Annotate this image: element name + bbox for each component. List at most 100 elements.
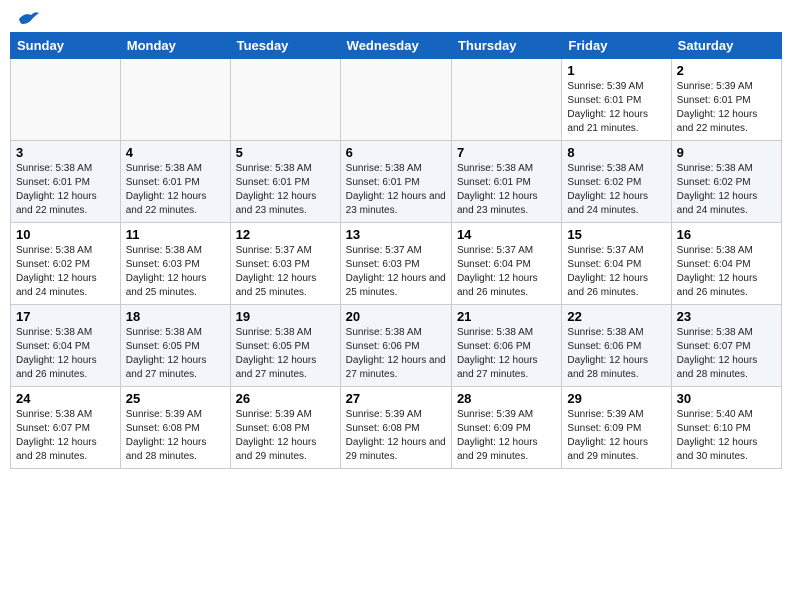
calendar-cell: 11Sunrise: 5:38 AM Sunset: 6:03 PM Dayli… <box>120 223 230 305</box>
day-number: 27 <box>346 391 446 406</box>
day-number: 23 <box>677 309 776 324</box>
day-number: 29 <box>567 391 665 406</box>
day-number: 9 <box>677 145 776 160</box>
col-header-wednesday: Wednesday <box>340 33 451 59</box>
day-number: 2 <box>677 63 776 78</box>
day-number: 3 <box>16 145 115 160</box>
day-info: Sunrise: 5:38 AM Sunset: 6:02 PM Dayligh… <box>16 244 115 300</box>
day-info: Sunrise: 5:39 AM Sunset: 6:01 PM Dayligh… <box>677 80 776 136</box>
col-header-tuesday: Tuesday <box>230 33 340 59</box>
day-number: 19 <box>236 309 335 324</box>
calendar-cell: 1 Sunrise: 5:39 AM Sunset: 6:01 PM Daylig… <box>562 59 671 141</box>
calendar-week-row: 3 Sunrise: 5:38 AM Sunset: 6:01 PM Daylig… <box>11 141 782 223</box>
calendar-cell: 7 Sunrise: 5:38 AM Sunset: 6:01 PM Daylig… <box>451 141 561 223</box>
day-number: 28 <box>457 391 556 406</box>
calendar-cell: 17 Sunrise: 5:38 AM Sunset: 6:04 PM Dayli… <box>11 305 121 387</box>
day-info: Sunrise: 5:40 AM Sunset: 6:10 PM Dayligh… <box>677 408 776 464</box>
day-info: Sunrise: 5:38 AM Sunset: 6:05 PM Dayligh… <box>126 326 225 382</box>
day-info: Sunrise: 5:37 AM Sunset: 6:03 PM Dayligh… <box>236 244 335 300</box>
calendar-cell: 4 Sunrise: 5:38 AM Sunset: 6:01 PM Daylig… <box>120 141 230 223</box>
day-number: 20 <box>346 309 446 324</box>
day-info: Sunrise: 5:39 AM Sunset: 6:08 PM Dayligh… <box>126 408 225 464</box>
calendar-cell: 27 Sunrise: 5:39 AM Sunset: 6:08 PM Dayli… <box>340 387 451 469</box>
day-info: Sunrise: 5:38 AM Sunset: 6:04 PM Dayligh… <box>16 326 115 382</box>
col-header-saturday: Saturday <box>671 33 781 59</box>
day-number: 1 <box>567 63 665 78</box>
calendar-cell <box>11 59 121 141</box>
day-number: 26 <box>236 391 335 406</box>
day-info: Sunrise: 5:39 AM Sunset: 6:09 PM Dayligh… <box>457 408 556 464</box>
calendar-cell: 5Sunrise: 5:38 AM Sunset: 6:01 PM Daylig… <box>230 141 340 223</box>
calendar-week-row: 17 Sunrise: 5:38 AM Sunset: 6:04 PM Dayli… <box>11 305 782 387</box>
day-number: 18 <box>126 309 225 324</box>
day-number: 10 <box>16 227 115 242</box>
day-info: Sunrise: 5:37 AM Sunset: 6:04 PM Dayligh… <box>567 244 665 300</box>
calendar-cell: 23 Sunrise: 5:38 AM Sunset: 6:07 PM Dayli… <box>671 305 781 387</box>
calendar-cell: 22 Sunrise: 5:38 AM Sunset: 6:06 PM Dayli… <box>562 305 671 387</box>
calendar-cell: 30 Sunrise: 5:40 AM Sunset: 6:10 PM Dayli… <box>671 387 781 469</box>
page-header <box>10 10 782 24</box>
day-info: Sunrise: 5:38 AM Sunset: 6:01 PM Dayligh… <box>126 162 225 218</box>
day-info: Sunrise: 5:39 AM Sunset: 6:08 PM Dayligh… <box>346 408 446 464</box>
day-info: Sunrise: 5:38 AM Sunset: 6:01 PM Dayligh… <box>457 162 556 218</box>
day-info: Sunrise: 5:38 AM Sunset: 6:02 PM Dayligh… <box>567 162 665 218</box>
col-header-monday: Monday <box>120 33 230 59</box>
col-header-thursday: Thursday <box>451 33 561 59</box>
logo-bird-icon <box>17 10 39 28</box>
calendar-cell: 25 Sunrise: 5:39 AM Sunset: 6:08 PM Dayli… <box>120 387 230 469</box>
day-number: 13 <box>346 227 446 242</box>
day-info: Sunrise: 5:37 AM Sunset: 6:04 PM Dayligh… <box>457 244 556 300</box>
calendar-cell: 20 Sunrise: 5:38 AM Sunset: 6:06 PM Dayli… <box>340 305 451 387</box>
day-number: 7 <box>457 145 556 160</box>
day-number: 14 <box>457 227 556 242</box>
day-info: Sunrise: 5:38 AM Sunset: 6:06 PM Dayligh… <box>567 326 665 382</box>
day-number: 30 <box>677 391 776 406</box>
day-info: Sunrise: 5:38 AM Sunset: 6:06 PM Dayligh… <box>346 326 446 382</box>
calendar-header-row: SundayMondayTuesdayWednesdayThursdayFrid… <box>11 33 782 59</box>
calendar-week-row: 24Sunrise: 5:38 AM Sunset: 6:07 PM Dayli… <box>11 387 782 469</box>
calendar-cell <box>120 59 230 141</box>
calendar-cell: 19 Sunrise: 5:38 AM Sunset: 6:05 PM Dayli… <box>230 305 340 387</box>
calendar-cell: 16 Sunrise: 5:38 AM Sunset: 6:04 PM Dayli… <box>671 223 781 305</box>
calendar-week-row: 1 Sunrise: 5:39 AM Sunset: 6:01 PM Daylig… <box>11 59 782 141</box>
day-info: Sunrise: 5:38 AM Sunset: 6:07 PM Dayligh… <box>16 408 115 464</box>
day-number: 21 <box>457 309 556 324</box>
calendar-cell: 15 Sunrise: 5:37 AM Sunset: 6:04 PM Dayli… <box>562 223 671 305</box>
calendar-table: SundayMondayTuesdayWednesdayThursdayFrid… <box>10 32 782 469</box>
day-info: Sunrise: 5:38 AM Sunset: 6:07 PM Dayligh… <box>677 326 776 382</box>
col-header-friday: Friday <box>562 33 671 59</box>
calendar-cell: 13Sunrise: 5:37 AM Sunset: 6:03 PM Dayli… <box>340 223 451 305</box>
logo <box>14 10 39 24</box>
day-info: Sunrise: 5:38 AM Sunset: 6:01 PM Dayligh… <box>346 162 446 218</box>
calendar-cell: 21 Sunrise: 5:38 AM Sunset: 6:06 PM Dayli… <box>451 305 561 387</box>
calendar-cell: 10 Sunrise: 5:38 AM Sunset: 6:02 PM Dayli… <box>11 223 121 305</box>
calendar-cell: 8 Sunrise: 5:38 AM Sunset: 6:02 PM Daylig… <box>562 141 671 223</box>
day-info: Sunrise: 5:39 AM Sunset: 6:01 PM Dayligh… <box>567 80 665 136</box>
calendar-cell: 12Sunrise: 5:37 AM Sunset: 6:03 PM Dayli… <box>230 223 340 305</box>
day-number: 4 <box>126 145 225 160</box>
day-info: Sunrise: 5:39 AM Sunset: 6:08 PM Dayligh… <box>236 408 335 464</box>
calendar-cell: 14 Sunrise: 5:37 AM Sunset: 6:04 PM Dayli… <box>451 223 561 305</box>
calendar-cell <box>230 59 340 141</box>
day-number: 22 <box>567 309 665 324</box>
day-number: 25 <box>126 391 225 406</box>
calendar-cell: 29 Sunrise: 5:39 AM Sunset: 6:09 PM Dayli… <box>562 387 671 469</box>
day-info: Sunrise: 5:39 AM Sunset: 6:09 PM Dayligh… <box>567 408 665 464</box>
calendar-cell: 26 Sunrise: 5:39 AM Sunset: 6:08 PM Dayli… <box>230 387 340 469</box>
day-number: 8 <box>567 145 665 160</box>
calendar-cell <box>340 59 451 141</box>
calendar-cell: 28 Sunrise: 5:39 AM Sunset: 6:09 PM Dayli… <box>451 387 561 469</box>
day-number: 16 <box>677 227 776 242</box>
calendar-cell <box>451 59 561 141</box>
day-info: Sunrise: 5:38 AM Sunset: 6:06 PM Dayligh… <box>457 326 556 382</box>
day-number: 17 <box>16 309 115 324</box>
calendar-cell: 24Sunrise: 5:38 AM Sunset: 6:07 PM Dayli… <box>11 387 121 469</box>
day-info: Sunrise: 5:38 AM Sunset: 6:03 PM Dayligh… <box>126 244 225 300</box>
calendar-cell: 18 Sunrise: 5:38 AM Sunset: 6:05 PM Dayli… <box>120 305 230 387</box>
calendar-cell: 6Sunrise: 5:38 AM Sunset: 6:01 PM Daylig… <box>340 141 451 223</box>
day-info: Sunrise: 5:38 AM Sunset: 6:04 PM Dayligh… <box>677 244 776 300</box>
day-number: 15 <box>567 227 665 242</box>
day-number: 5 <box>236 145 335 160</box>
calendar-week-row: 10 Sunrise: 5:38 AM Sunset: 6:02 PM Dayli… <box>11 223 782 305</box>
day-info: Sunrise: 5:38 AM Sunset: 6:05 PM Dayligh… <box>236 326 335 382</box>
